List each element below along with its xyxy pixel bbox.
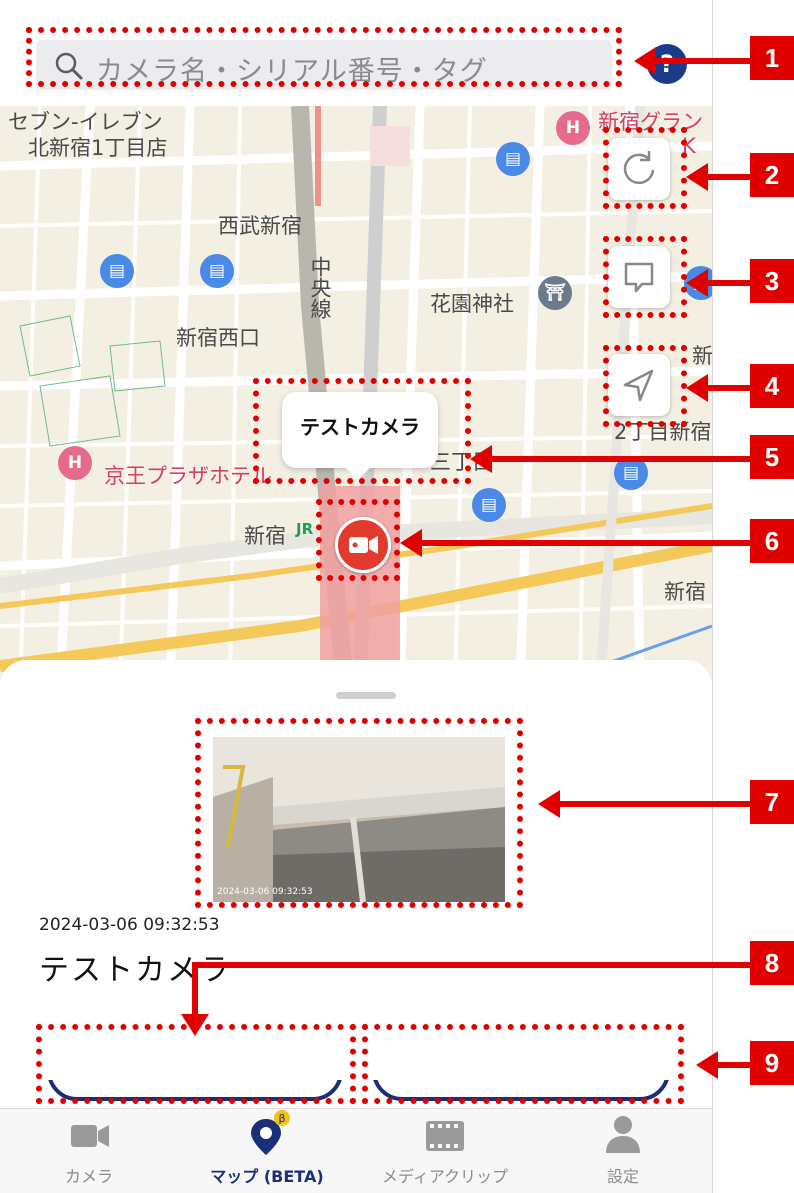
map-pin-beta-icon: β	[251, 1110, 290, 1155]
annotation-arrow-8	[194, 962, 755, 968]
annotation-box-7	[195, 718, 523, 908]
hotel-pin-icon: H	[556, 111, 590, 145]
arrow-head-icon	[400, 529, 422, 557]
annotation-box-5	[253, 378, 471, 484]
tab-settings[interactable]: 設定	[534, 1109, 712, 1193]
annotation-box-2	[603, 127, 687, 209]
annotation-badge-6: 6	[750, 519, 794, 563]
annotation-arrow-2	[706, 174, 756, 180]
annotation-box-6	[316, 499, 400, 581]
arrow-head-icon	[696, 1051, 718, 1079]
video-camera-icon	[71, 1125, 109, 1147]
tab-label: メディアクリップ	[381, 1167, 509, 1186]
arrow-head-icon	[538, 790, 560, 818]
shop-pin-icon: ▤	[100, 254, 134, 288]
map-label-shinjuku-right: 新宿	[664, 580, 706, 604]
shop-pin-icon: ▤	[472, 488, 506, 522]
annotation-arrow-4	[706, 385, 756, 391]
tab-map[interactable]: β マップ (BETA)	[178, 1109, 356, 1193]
tab-bar: カメラ β マップ (BETA) メディアクリップ 設定	[0, 1108, 712, 1193]
hotel-pin-icon: H	[58, 446, 92, 480]
tab-label: カメラ	[64, 1167, 113, 1186]
annotation-arrow-6	[420, 540, 755, 546]
annotation-box-3	[603, 236, 687, 318]
annotation-badge-3: 3	[750, 259, 794, 303]
annotation-box-4	[603, 345, 687, 427]
map-label-hanazono: 花園神社	[430, 292, 514, 316]
map-label-seibu: 西武新宿	[218, 214, 302, 238]
arrow-head-icon	[686, 269, 708, 297]
annotation-box-1	[26, 27, 622, 87]
shop-pin-icon: ▤	[200, 254, 234, 288]
person-icon	[606, 1116, 640, 1153]
map-label-kitashinjuku: 北新宿1丁目店	[28, 136, 168, 160]
annotation-badge-1: 1	[750, 36, 794, 80]
tab-label: マップ (BETA)	[210, 1167, 324, 1186]
sheet-grabber[interactable]	[336, 692, 396, 699]
arrow-head-icon	[634, 47, 656, 75]
arrow-head-icon	[686, 374, 708, 402]
arrow-head-icon	[181, 1014, 209, 1036]
annotation-badge-8: 8	[750, 941, 794, 985]
annotation-badge-2: 2	[750, 153, 794, 197]
map-label-shinjuku: 新宿	[244, 524, 286, 548]
map-label-chuo: 中央線	[308, 256, 332, 319]
annotation-arrow-3	[706, 280, 756, 286]
annotation-box-8	[36, 1024, 356, 1104]
annotation-arrow-5	[490, 456, 755, 462]
arrow-head-icon	[686, 163, 708, 191]
arrow-head-icon	[470, 445, 492, 473]
tab-camera[interactable]: カメラ	[0, 1109, 178, 1193]
map-label-keio: 京王プラザホテル	[104, 464, 272, 488]
tab-media-clip[interactable]: メディアクリップ	[356, 1109, 534, 1193]
annotation-arrow-8-vertical	[192, 962, 198, 1020]
shrine-pin-icon: ⛩	[538, 276, 572, 310]
map-label-jr: JR	[296, 520, 314, 538]
map-label-nishiguchi: 新宿西口	[176, 326, 260, 350]
annotation-arrow-7	[558, 801, 755, 807]
capture-timestamp: 2024-03-06 09:32:53	[39, 915, 220, 935]
shop-pin-icon: ▤	[496, 142, 530, 176]
annotation-box-9	[362, 1024, 684, 1104]
map-label-shin: 新	[692, 344, 712, 368]
annotation-arrow-1	[655, 58, 755, 64]
annotation-badge-9: 9	[750, 1041, 794, 1085]
svg-text:β: β	[278, 1112, 285, 1125]
tab-label: 設定	[606, 1167, 639, 1186]
annotation-badge-5: 5	[750, 435, 794, 479]
annotation-badge-7: 7	[750, 780, 794, 824]
film-icon	[426, 1121, 464, 1151]
annotation-badge-4: 4	[750, 364, 794, 408]
